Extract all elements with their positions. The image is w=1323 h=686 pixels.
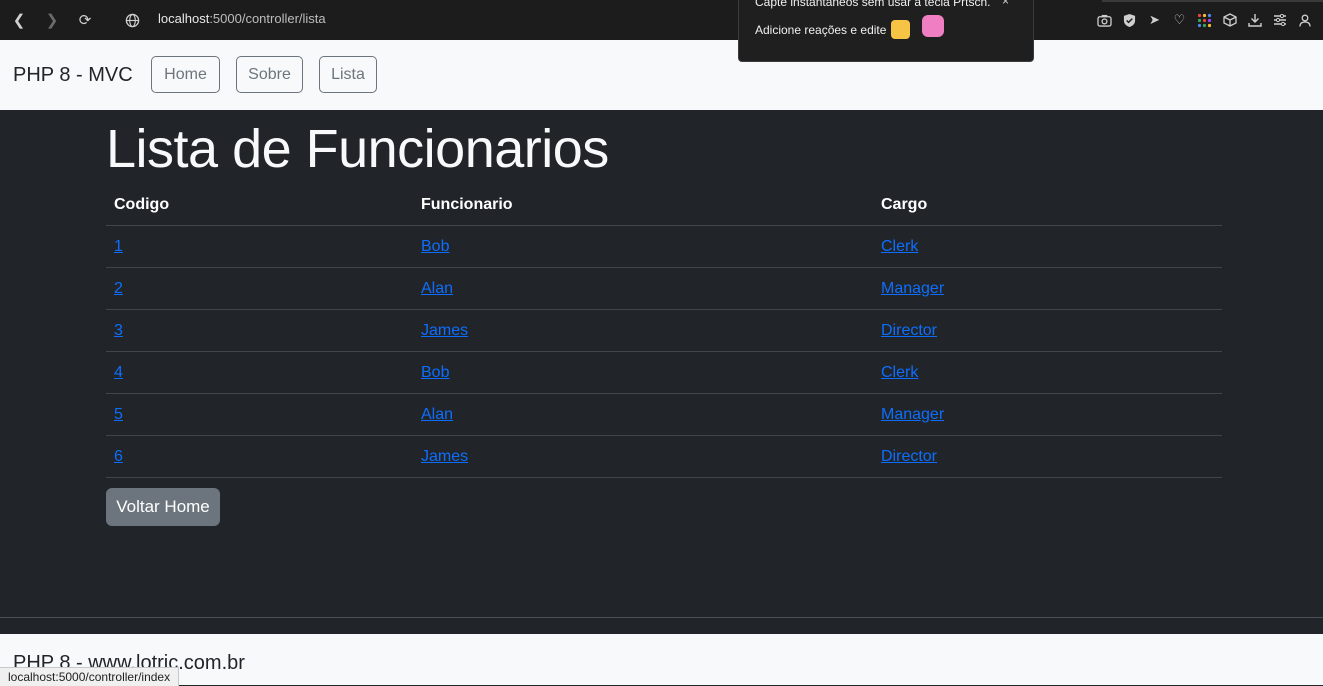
table-row: 2 Alan Manager xyxy=(106,267,1222,310)
codigo-link[interactable]: 4 xyxy=(114,364,123,381)
download-icon[interactable] xyxy=(1242,9,1267,31)
cargo-link[interactable]: Director xyxy=(881,448,937,465)
close-icon[interactable]: × xyxy=(1002,0,1009,8)
box-icon[interactable] xyxy=(1217,9,1242,31)
menu-icon[interactable] xyxy=(1267,9,1292,31)
popup-tip-text: Capte instantâneos sem usar a tecla Prts… xyxy=(755,0,991,9)
funcionario-link[interactable]: Bob xyxy=(421,364,449,381)
cargo-link[interactable]: Manager xyxy=(881,406,944,423)
cargo-link[interactable]: Director xyxy=(881,322,937,339)
browser-toolbar: ❮ ❯ ⟳ localhost:5000/controller/lista ➤ … xyxy=(0,0,1323,40)
funcionario-link[interactable]: James xyxy=(421,448,468,465)
site-info-icon[interactable] xyxy=(121,9,143,31)
screenshot-tip-popup: Capte instantâneos sem usar a tecla Prts… xyxy=(738,0,1034,62)
nav-home-link[interactable]: Home xyxy=(151,56,220,93)
column-header-funcionario: Funcionario xyxy=(413,184,873,226)
cargo-link[interactable]: Clerk xyxy=(881,364,918,381)
url-host: localhost xyxy=(158,11,210,26)
funcionario-link[interactable]: Alan xyxy=(421,406,453,423)
codigo-link[interactable]: 1 xyxy=(114,238,123,255)
nav-lista-link[interactable]: Lista xyxy=(319,56,377,93)
forward-icon[interactable]: ❯ xyxy=(41,9,63,31)
codigo-link[interactable]: 5 xyxy=(114,406,123,423)
cargo-link[interactable]: Manager xyxy=(881,280,944,297)
status-bar-url: localhost:5000/controller/index xyxy=(0,667,180,686)
table-row: 6 James Director xyxy=(106,435,1222,478)
page-footer: PHP 8 - www.lotric.com.br xyxy=(0,634,1323,685)
camera-icon[interactable] xyxy=(1092,9,1117,31)
column-header-codigo: Codigo xyxy=(106,184,413,226)
table-row: 5 Alan Manager xyxy=(106,393,1222,436)
apps-icon[interactable] xyxy=(1192,9,1217,31)
app-navbar: PHP 8 - MVC Home Sobre Lista xyxy=(0,40,1323,110)
codigo-link[interactable]: 3 xyxy=(114,322,123,339)
funcionario-link[interactable]: Alan xyxy=(421,280,453,297)
popup-reactions-text: Adicione reações e edite xyxy=(755,23,887,37)
heart-icon[interactable]: ♡ xyxy=(1167,9,1192,31)
funcionario-link[interactable]: James xyxy=(421,322,468,339)
navbar-brand[interactable]: PHP 8 - MVC xyxy=(13,64,133,87)
browser-extensions: ➤ ♡ xyxy=(1092,9,1317,31)
back-home-button[interactable]: Voltar Home xyxy=(106,488,220,526)
cat-emoji-icon xyxy=(922,15,944,37)
address-bar[interactable]: localhost:5000/controller/lista xyxy=(158,11,326,26)
shield-icon[interactable] xyxy=(1117,9,1142,31)
cargo-link[interactable]: Clerk xyxy=(881,238,918,255)
nav-sobre-link[interactable]: Sobre xyxy=(236,56,303,93)
table-row: 3 James Director xyxy=(106,309,1222,352)
footer-divider xyxy=(0,617,1323,618)
smile-emoji-icon xyxy=(891,20,910,39)
table-row: 4 Bob Clerk xyxy=(106,351,1222,394)
profile-icon[interactable] xyxy=(1292,9,1317,31)
back-icon[interactable]: ❮ xyxy=(8,9,30,31)
tab-strip xyxy=(1102,0,1323,2)
url-path: :5000/controller/lista xyxy=(209,11,326,26)
send-icon[interactable]: ➤ xyxy=(1142,9,1167,31)
funcionario-link[interactable]: Bob xyxy=(421,238,449,255)
table-row: 1 Bob Clerk xyxy=(106,225,1222,268)
column-header-cargo: Cargo xyxy=(873,184,1222,226)
table-header-row: Codigo Funcionario Cargo xyxy=(106,184,1222,226)
page-title: Lista de Funcionarios xyxy=(106,119,609,179)
codigo-link[interactable]: 6 xyxy=(114,448,123,465)
codigo-link[interactable]: 2 xyxy=(114,280,123,297)
employee-table: Codigo Funcionario Cargo 1 Bob Clerk 2 A… xyxy=(106,184,1222,478)
reload-icon[interactable]: ⟳ xyxy=(74,9,96,31)
